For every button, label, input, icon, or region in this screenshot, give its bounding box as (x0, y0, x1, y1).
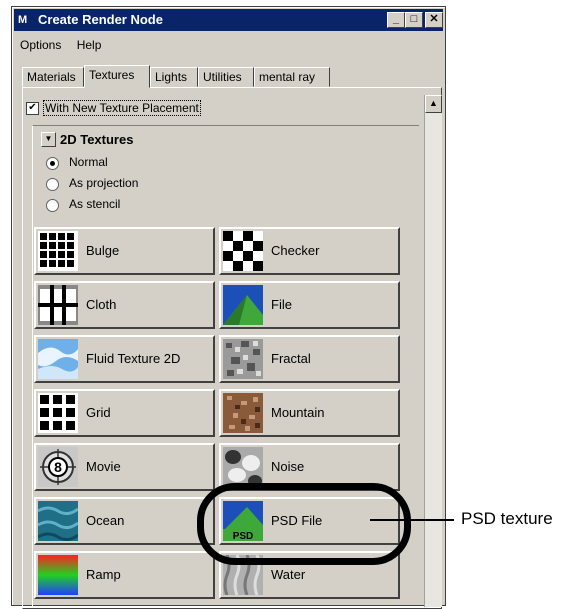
bulge-icon (38, 231, 78, 271)
tab-lights[interactable]: Lights (150, 67, 198, 87)
fluid-texture-2d-button[interactable]: Fluid Texture 2D (34, 335, 215, 383)
fluid-texture-icon (38, 339, 78, 379)
mountain-button[interactable]: Mountain (219, 389, 400, 437)
minimize-button[interactable]: _ (387, 12, 405, 28)
maya-icon: M (18, 14, 28, 26)
fractal-button[interactable]: Fractal (219, 335, 400, 383)
tab-textures[interactable]: Textures (84, 65, 150, 88)
water-label: Water (271, 567, 306, 582)
radio-as-projection[interactable] (46, 178, 59, 191)
psd-file-label: PSD File (271, 513, 323, 528)
movie-label: Movie (86, 459, 121, 474)
grid-label: Grid (86, 405, 111, 420)
noise-label: Noise (271, 459, 305, 474)
window-title: Create Render Node (38, 12, 163, 27)
close-button[interactable]: ✕ (425, 12, 443, 28)
ocean-button[interactable]: Ocean (34, 497, 215, 545)
water-button[interactable]: Water (219, 551, 400, 599)
fluid-texture-2d-label: Fluid Texture 2D (86, 351, 181, 366)
radio-normal[interactable] (46, 157, 59, 170)
svg-text:8: 8 (54, 459, 62, 475)
radio-normal-label[interactable]: Normal (69, 155, 108, 169)
radio-as-stencil[interactable] (46, 199, 59, 212)
fractal-icon (223, 339, 263, 379)
water-icon (223, 555, 263, 595)
title-bar[interactable]: M Create Render Node _ □ ✕ (14, 9, 443, 31)
mountain-icon (223, 393, 263, 433)
scroll-up-arrow-icon[interactable]: ▲ (425, 95, 442, 113)
fractal-label: Fractal (271, 351, 311, 366)
movie-button[interactable]: 8 Movie (34, 443, 215, 491)
file-button[interactable]: File (219, 281, 400, 329)
grid-button[interactable]: Grid (34, 389, 215, 437)
checker-label: Checker (271, 243, 320, 258)
radio-as-projection-label[interactable]: As projection (69, 176, 138, 190)
menu-help[interactable]: Help (71, 35, 108, 55)
radio-as-stencil-label[interactable]: As stencil (69, 197, 120, 211)
ocean-label: Ocean (86, 513, 125, 528)
menu-options[interactable]: Options (14, 35, 67, 55)
menu-bar: Options Help (14, 35, 443, 55)
cloth-button[interactable]: Cloth (34, 281, 215, 329)
placement-checkbox-label[interactable]: With New Texture Placement (43, 100, 201, 116)
tab-utilities[interactable]: Utilities (198, 67, 254, 87)
psd-file-button[interactable]: PSD PSD File (219, 497, 400, 545)
bulge-button[interactable]: Bulge (34, 227, 215, 275)
movie-icon: 8 (38, 447, 78, 487)
callout-line (370, 519, 454, 521)
create-render-node-window: M Create Render Node _ □ ✕ Options Help … (11, 6, 446, 609)
psd-icon-text: PSD (233, 531, 254, 541)
tab-materials[interactable]: Materials (22, 67, 84, 87)
vertical-scrollbar[interactable]: ▲ (424, 95, 442, 607)
psd-file-icon: PSD (223, 501, 263, 541)
ramp-label: Ramp (86, 567, 121, 582)
checker-icon (223, 231, 263, 271)
ramp-button[interactable]: Ramp (34, 551, 215, 599)
ocean-icon (38, 501, 78, 541)
bulge-label: Bulge (86, 243, 120, 258)
placement-checkbox[interactable]: ✔ (26, 102, 39, 115)
triangle-down-icon[interactable]: ▼ (41, 132, 56, 147)
file-icon (223, 285, 263, 325)
noise-icon (223, 447, 263, 487)
tab-mental-ray[interactable]: mental ray (254, 67, 330, 87)
callout-label: PSD texture (461, 509, 553, 528)
grid-icon (38, 393, 78, 433)
maximize-button[interactable]: □ (405, 12, 423, 28)
ramp-icon (38, 555, 78, 595)
cloth-label: Cloth (86, 297, 117, 312)
mountain-label: Mountain (271, 405, 325, 420)
noise-button[interactable]: Noise (219, 443, 400, 491)
cloth-icon (38, 285, 78, 325)
file-label: File (271, 297, 292, 312)
section-title: 2D Textures (60, 132, 134, 147)
checker-button[interactable]: Checker (219, 227, 400, 275)
